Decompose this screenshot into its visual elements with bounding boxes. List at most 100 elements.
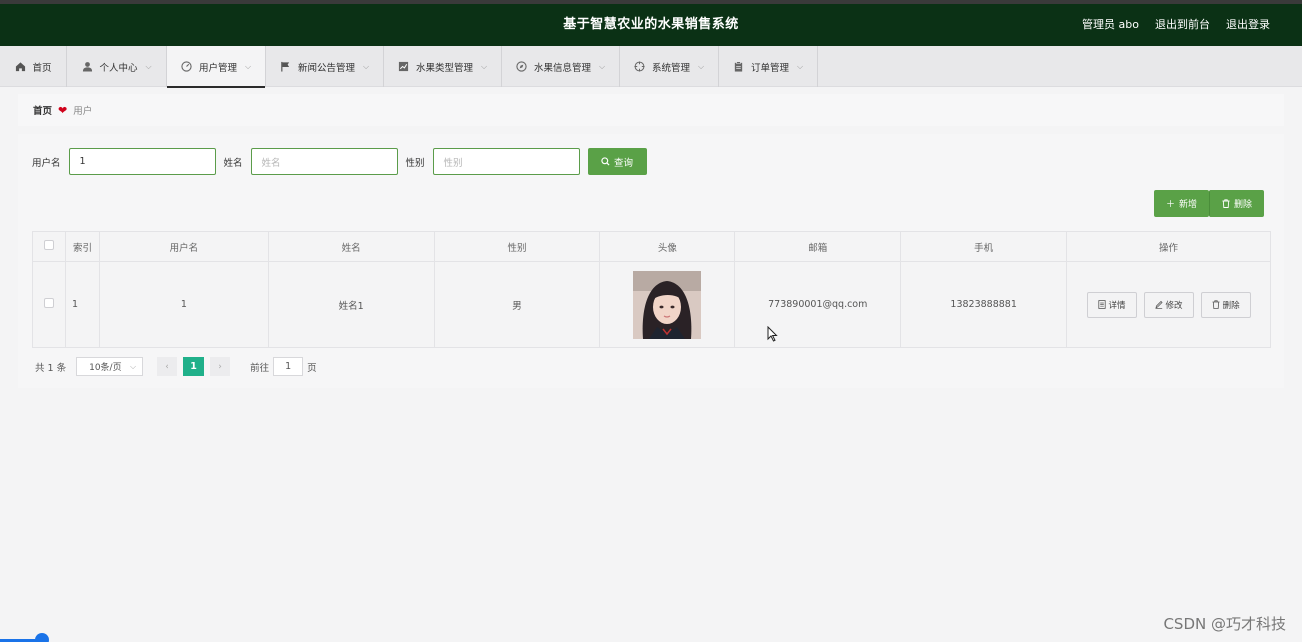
goto-page-input[interactable]: 1 <box>273 357 304 376</box>
delete-button[interactable]: 删除 <box>1200 291 1251 318</box>
target-icon <box>634 61 646 73</box>
table-actions: ＋ 新增 删除 <box>1154 190 1264 217</box>
compass-icon <box>516 61 528 73</box>
cell-email: 773890001@qq.com <box>734 261 902 348</box>
page-unit-label: 页 <box>307 362 317 374</box>
home-icon <box>14 61 26 73</box>
row-select-cell <box>32 261 66 348</box>
add-button-label: 新增 <box>1179 200 1198 210</box>
plus-icon: ＋ <box>1165 200 1175 210</box>
delete-button-label: 删除 <box>1222 300 1240 311</box>
batch-delete-button[interactable]: 删除 <box>1209 190 1264 217</box>
table-header-row: 索引 用户名 姓名 性别 头像 邮箱 手机 操作 <box>32 231 1271 262</box>
gender-input[interactable]: 性别 <box>432 148 580 175</box>
clipboard-icon <box>733 61 745 73</box>
breadcrumb: 首页 ❤ 用户 <box>18 94 1284 126</box>
pagination: 共 1 条 10条/页 ⌵ ‹ 1 › 前往 1 页 <box>35 357 317 376</box>
nav-item-order-management[interactable]: 订单管理 ⌵ <box>719 46 818 87</box>
nav-label: 水果类型管理 <box>415 62 473 74</box>
detail-button[interactable]: 详情 <box>1086 291 1137 318</box>
nav-item-fruit-info-management[interactable]: 水果信息管理 ⌵ <box>502 46 620 87</box>
next-page-button[interactable]: › <box>210 357 231 376</box>
cell-phone: 13823888881 <box>900 261 1068 348</box>
chevron-down-icon: ⌵ <box>362 61 370 71</box>
username-input[interactable]: 1 <box>68 148 216 175</box>
edit-button-label: 修改 <box>1165 300 1183 311</box>
top-nav: 首页 个人中心 ⌵ 用户管理 ⌵ 新闻公告管理 ⌵ 水果类型管理 ⌵ 水果信息管… <box>0 46 1302 88</box>
column-header: 邮箱 <box>734 231 902 262</box>
goto-label: 前往 <box>250 362 270 374</box>
select-all-checkbox[interactable] <box>43 240 54 250</box>
table-row: 1 1 姓名1 男 773890001@qq.com 13823888881 详… <box>32 261 1271 348</box>
breadcrumb-home[interactable]: 首页 <box>33 103 52 117</box>
row-checkbox[interactable] <box>43 298 54 308</box>
nav-item-user-management[interactable]: 用户管理 ⌵ <box>167 46 266 88</box>
nav-item-home[interactable]: 首页 <box>0 46 67 87</box>
nav-label: 水果信息管理 <box>533 62 591 74</box>
cell-operations: 详情 修改 删除 <box>1066 261 1271 348</box>
chevron-down-icon: ⌵ <box>598 61 606 71</box>
chevron-right-icon: › <box>218 361 222 372</box>
page-number-current[interactable]: 1 <box>183 357 205 376</box>
name-input[interactable]: 姓名 <box>250 148 398 175</box>
to-front-link[interactable]: 退出到前台 <box>1155 4 1210 46</box>
admin-label: 管理员 abo <box>1082 18 1139 31</box>
chevron-down-icon: ⌵ <box>145 61 152 71</box>
nav-label: 新闻公告管理 <box>297 62 355 74</box>
column-header: 操作 <box>1066 231 1271 262</box>
breadcrumb-current: 用户 <box>73 106 93 117</box>
add-button[interactable]: ＋ 新增 <box>1154 190 1209 217</box>
nav-label: 订单管理 <box>750 62 789 74</box>
pencil-icon <box>1154 300 1163 309</box>
page-size-value: 10条/页 <box>89 363 122 373</box>
heart-icon: ❤ <box>58 103 68 117</box>
search-bar: 用户名 1 姓名 姓名 性别 性别 查询 <box>32 148 647 175</box>
column-header: 索引 <box>64 231 100 262</box>
user-icon <box>81 61 93 73</box>
username-label: 用户名 <box>32 157 61 169</box>
header-right: 管理员 abo 退出到前台 退出登录 <box>1082 4 1270 46</box>
prev-page-button[interactable]: ‹ <box>157 357 178 376</box>
chevron-down-icon: ⌵ <box>480 61 488 71</box>
logout-link[interactable]: 退出登录 <box>1226 4 1270 46</box>
cell-gender: 男 <box>433 261 601 348</box>
mouse-cursor-icon <box>767 326 778 342</box>
batch-delete-label: 删除 <box>1233 200 1252 210</box>
avatar-image <box>633 270 702 339</box>
cell-name: 姓名1 <box>267 261 435 348</box>
nav-item-personal-center[interactable]: 个人中心 ⌵ <box>67 46 167 87</box>
chevron-down-icon: ⌵ <box>244 61 252 71</box>
nav-label: 个人中心 <box>99 62 138 74</box>
nav-item-fruit-type-management[interactable]: 水果类型管理 ⌵ <box>384 46 502 87</box>
nav-item-news-management[interactable]: 新闻公告管理 ⌵ <box>266 46 384 87</box>
nav-label: 用户管理 <box>198 62 237 74</box>
page-size-select[interactable]: 10条/页 ⌵ <box>76 357 144 376</box>
nav-label: 首页 <box>32 62 52 74</box>
chevron-left-icon: ‹ <box>165 361 169 372</box>
main-panel: 用户名 1 姓名 姓名 性别 性别 查询 ＋ 新增 删除 索引 用户名 姓名 性… <box>18 134 1284 388</box>
query-button-label: 查询 <box>614 157 634 169</box>
cell-index: 1 <box>64 261 100 348</box>
edit-button[interactable]: 修改 <box>1143 291 1194 318</box>
query-button[interactable]: 查询 <box>587 148 647 175</box>
chevron-down-icon: ⌵ <box>697 61 705 71</box>
dashboard-icon <box>181 61 193 73</box>
column-header: 性别 <box>433 231 601 262</box>
app-header: 基于智慧农业的水果销售系统 管理员 abo 退出到前台 退出登录 <box>0 4 1302 46</box>
trash-icon <box>1222 199 1230 208</box>
chart-icon <box>398 61 410 73</box>
nav-label: 系统管理 <box>651 62 690 74</box>
select-all-cell <box>32 231 66 262</box>
nav-item-system-management[interactable]: 系统管理 ⌵ <box>620 46 719 87</box>
pagination-total: 共 1 条 <box>35 362 67 374</box>
column-header: 姓名 <box>267 231 435 262</box>
user-table: 索引 用户名 姓名 性别 头像 邮箱 手机 操作 1 1 姓名1 男 77389… <box>32 231 1271 348</box>
watermark: CSDN @巧才科技 <box>1163 615 1286 633</box>
chevron-down-icon: ⌵ <box>796 61 804 71</box>
cell-username: 1 <box>98 261 269 348</box>
flag-icon <box>280 61 292 73</box>
document-icon <box>1097 300 1106 309</box>
floating-dot <box>35 633 49 642</box>
search-icon <box>601 157 610 166</box>
chevron-down-icon: ⌵ <box>130 361 137 371</box>
